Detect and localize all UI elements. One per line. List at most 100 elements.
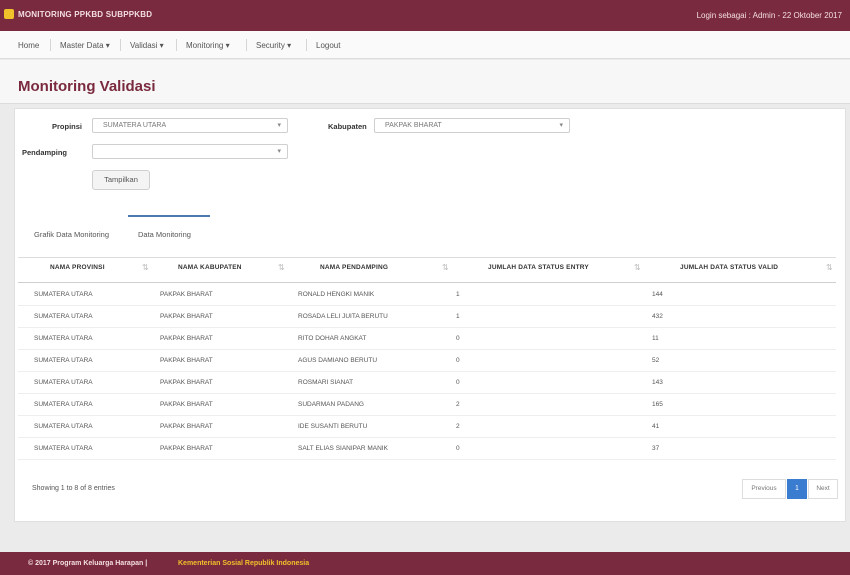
chevron-down-icon: ▾ xyxy=(559,122,563,129)
kabupaten-value: PAKPAK BHARAT xyxy=(385,122,442,129)
nav-security[interactable]: Security ▾ xyxy=(256,41,291,50)
cell-pendamping: ROSMARI SIANAT xyxy=(298,379,354,386)
sort-icon[interactable]: ⇅ xyxy=(634,263,641,272)
nav-divider xyxy=(120,39,121,51)
cell-kabupaten: PAKPAK BHARAT xyxy=(160,379,213,386)
cell-valid: 143 xyxy=(652,379,663,386)
cell-pendamping: ROSADA LELI JUITA BERUTU xyxy=(298,313,388,320)
nav-home[interactable]: Home xyxy=(18,41,39,50)
cell-valid: 41 xyxy=(652,423,660,430)
cell-provinsi: SUMATERA UTARA xyxy=(34,313,93,320)
nav-divider xyxy=(306,39,307,51)
table-top-border xyxy=(18,257,836,258)
sort-icon[interactable]: ⇅ xyxy=(142,263,149,272)
table-row: SUMATERA UTARA PAKPAK BHARAT SUDARMAN PA… xyxy=(18,394,836,416)
cell-kabupaten: PAKPAK BHARAT xyxy=(160,357,213,364)
cell-pendamping: SUDARMAN PADANG xyxy=(298,401,364,408)
cell-kabupaten: PAKPAK BHARAT xyxy=(160,445,213,452)
next-button[interactable]: Next xyxy=(808,479,838,499)
cell-provinsi: SUMATERA UTARA xyxy=(34,335,93,342)
footer-copyright: © 2017 Program Keluarga Harapan | xyxy=(28,560,148,567)
app-title: MONITORING PPKBD SUBPPKBD xyxy=(18,10,153,19)
pendamping-select[interactable]: ▾ xyxy=(92,144,288,159)
login-info: Login sebagai : Admin - 22 Oktober 2017 xyxy=(696,11,842,20)
cell-entry: 0 xyxy=(456,379,460,386)
header-jumlah-valid[interactable]: JUMLAH DATA STATUS VALID xyxy=(680,264,778,271)
cell-kabupaten: PAKPAK BHARAT xyxy=(160,291,213,298)
tampilkan-button[interactable]: Tampilkan xyxy=(92,170,150,190)
provinsi-value: SUMATERA UTARA xyxy=(103,122,167,129)
cell-valid: 165 xyxy=(652,401,663,408)
footer-org-link[interactable]: Kementerian Sosial Republik Indonesia xyxy=(178,560,309,567)
kabupaten-select[interactable]: PAKPAK BHARAT ▾ xyxy=(374,118,570,133)
logo-icon xyxy=(4,9,14,19)
cell-valid: 37 xyxy=(652,445,660,452)
cell-pendamping: AGUS DAMIANO BERUTU xyxy=(298,357,378,364)
sort-icon[interactable]: ⇅ xyxy=(278,263,285,272)
cell-provinsi: SUMATERA UTARA xyxy=(34,401,93,408)
previous-button[interactable]: Previous xyxy=(742,479,786,499)
table-info: Showing 1 to 8 of 8 entries xyxy=(32,485,115,492)
cell-entry: 0 xyxy=(456,445,460,452)
active-tab-indicator xyxy=(128,215,210,217)
cell-provinsi: SUMATERA UTARA xyxy=(34,291,93,298)
nav-divider xyxy=(246,39,247,51)
cell-provinsi: SUMATERA UTARA xyxy=(34,423,93,430)
page-header: Monitoring Validasi xyxy=(0,60,850,104)
table-row: SUMATERA UTARA PAKPAK BHARAT ROSADA LELI… xyxy=(18,306,836,328)
tab-grafik-data[interactable]: Grafik Data Monitoring xyxy=(34,230,109,239)
table-row: SUMATERA UTARA PAKPAK BHARAT SALT ELIAS … xyxy=(18,438,836,460)
page-title: Monitoring Validasi xyxy=(18,78,156,95)
main-navbar: Home Master Data ▾ Validasi ▾ Monitoring… xyxy=(0,31,850,59)
cell-valid: 144 xyxy=(652,291,663,298)
table-header-border xyxy=(18,282,836,283)
page-1-button[interactable]: 1 xyxy=(787,479,807,499)
table-row: SUMATERA UTARA PAKPAK BHARAT RITO DOHAR … xyxy=(18,328,836,350)
footer: © 2017 Program Keluarga Harapan | Kement… xyxy=(0,552,850,575)
table-row: SUMATERA UTARA PAKPAK BHARAT IDE SUSANTI… xyxy=(18,416,836,438)
tab-data-monitoring[interactable]: Data Monitoring xyxy=(138,230,191,239)
cell-kabupaten: PAKPAK BHARAT xyxy=(160,401,213,408)
kabupaten-label: Kabupaten xyxy=(328,122,367,131)
cell-entry: 0 xyxy=(456,357,460,364)
cell-pendamping: SALT ELIAS SIANIPAR MANIK xyxy=(298,445,388,452)
header-nama-kabupaten[interactable]: NAMA KABUPATEN xyxy=(178,264,242,271)
header-nama-pendamping[interactable]: NAMA PENDAMPING xyxy=(320,264,388,271)
cell-provinsi: SUMATERA UTARA xyxy=(34,357,93,364)
cell-entry: 1 xyxy=(456,313,460,320)
table-row: SUMATERA UTARA PAKPAK BHARAT RONALD HENG… xyxy=(18,284,836,306)
cell-valid: 52 xyxy=(652,357,660,364)
nav-logout[interactable]: Logout xyxy=(316,41,340,50)
sort-icon[interactable]: ⇅ xyxy=(442,263,449,272)
cell-provinsi: SUMATERA UTARA xyxy=(34,445,93,452)
cell-entry: 0 xyxy=(456,335,460,342)
nav-divider xyxy=(176,39,177,51)
cell-entry: 2 xyxy=(456,423,460,430)
cell-entry: 1 xyxy=(456,291,460,298)
cell-pendamping: RONALD HENGKI MANIK xyxy=(298,291,375,298)
cell-kabupaten: PAKPAK BHARAT xyxy=(160,335,213,342)
header-jumlah-entry[interactable]: JUMLAH DATA STATUS ENTRY xyxy=(488,264,589,271)
header-nama-provinsi[interactable]: NAMA PROVINSI xyxy=(50,264,105,271)
pendamping-label: Pendamping xyxy=(22,148,68,157)
table-row: SUMATERA UTARA PAKPAK BHARAT AGUS DAMIAN… xyxy=(18,350,836,372)
nav-master-data[interactable]: Master Data ▾ xyxy=(60,41,110,50)
provinsi-label: Propinsi xyxy=(52,122,83,131)
cell-entry: 2 xyxy=(456,401,460,408)
cell-kabupaten: PAKPAK BHARAT xyxy=(160,313,213,320)
table-row: SUMATERA UTARA PAKPAK BHARAT ROSMARI SIA… xyxy=(18,372,836,394)
cell-kabupaten: PAKPAK BHARAT xyxy=(160,423,213,430)
chevron-down-icon: ▾ xyxy=(277,122,281,129)
sort-icon[interactable]: ⇅ xyxy=(826,263,833,272)
nav-divider xyxy=(50,39,51,51)
cell-pendamping: RITO DOHAR ANGKAT xyxy=(298,335,367,342)
cell-valid: 11 xyxy=(652,335,659,342)
cell-provinsi: SUMATERA UTARA xyxy=(34,379,93,386)
cell-valid: 432 xyxy=(652,313,663,320)
cell-pendamping: IDE SUSANTI BERUTU xyxy=(298,423,368,430)
chevron-down-icon: ▾ xyxy=(277,148,281,155)
top-bar: MONITORING PPKBD SUBPPKBD Login sebagai … xyxy=(0,0,850,31)
nav-monitoring[interactable]: Monitoring ▾ xyxy=(186,41,230,50)
provinsi-select[interactable]: SUMATERA UTARA ▾ xyxy=(92,118,288,133)
nav-validasi[interactable]: Validasi ▾ xyxy=(130,41,164,50)
